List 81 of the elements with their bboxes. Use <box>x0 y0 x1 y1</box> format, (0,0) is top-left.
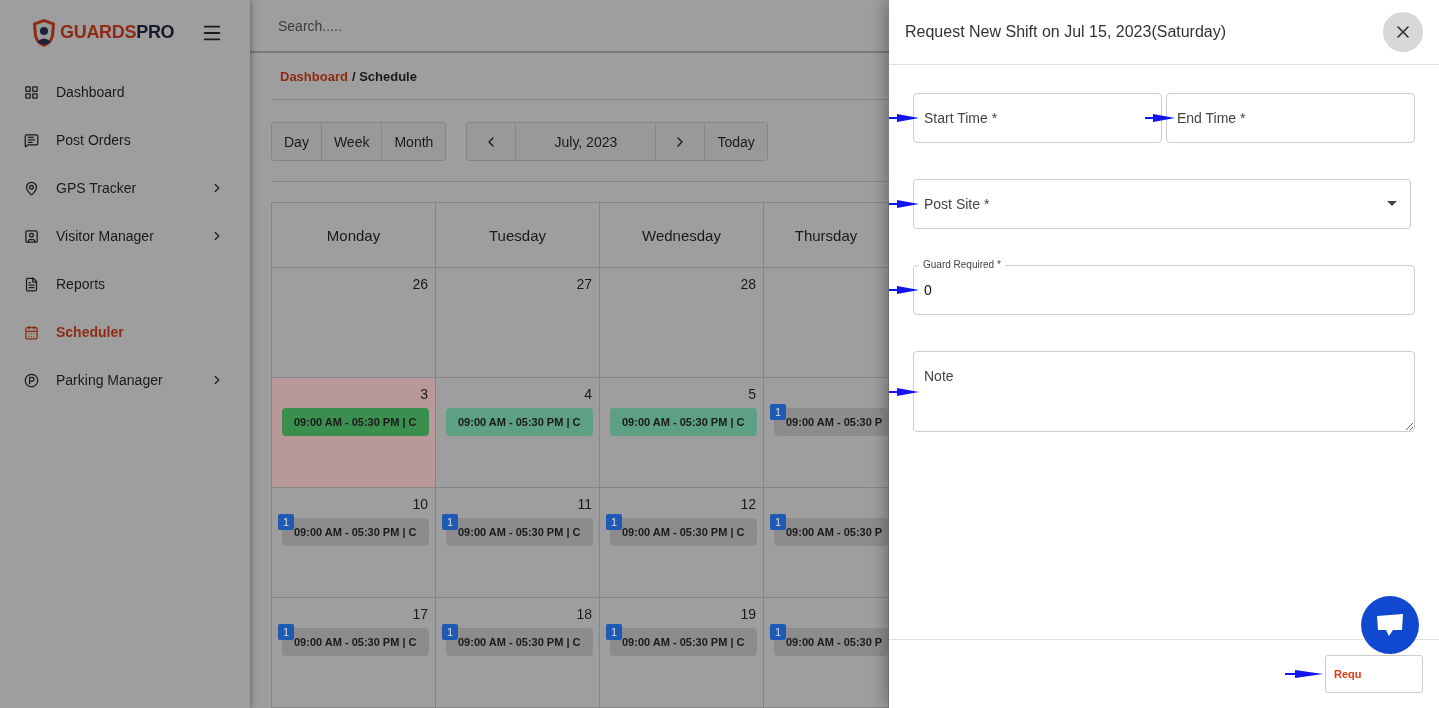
breadcrumb-current: / Schedule <box>351 68 417 84</box>
day-number: 5 <box>748 386 757 404</box>
day-cell[interactable]: 5 09:00 AM - 05:30 PM | C <box>600 378 764 488</box>
count-badge: 1 <box>278 624 294 640</box>
sidebar-item[interactable]: Post Orders <box>0 116 250 164</box>
day-cell[interactable] <box>764 268 889 378</box>
nav-icon <box>24 132 39 148</box>
day-cell[interactable]: 3 09:00 AM - 05:30 PM | C <box>272 378 436 488</box>
close-button[interactable] <box>1383 12 1423 52</box>
pointer-arrow <box>889 113 919 123</box>
day-cell[interactable]: 27 <box>436 268 600 378</box>
sidebar-item[interactable]: Dashboard <box>0 68 250 116</box>
day-cell[interactable]: 1 09:00 AM - 05:30 P <box>764 598 889 708</box>
day-number: 19 <box>740 606 757 624</box>
day-number: 18 <box>576 606 593 624</box>
sidebar-item[interactable]: Scheduler <box>0 308 250 356</box>
count-badge: 1 <box>770 404 786 420</box>
view-button[interactable]: Week <box>321 123 383 160</box>
shift-chip[interactable]: 09:00 AM - 05:30 PM | C <box>282 408 429 436</box>
dropdown-caret-icon <box>1387 201 1397 206</box>
sidebar-item[interactable]: GPS Tracker <box>0 164 250 212</box>
day-number: 12 <box>740 496 757 514</box>
count-badge: 1 <box>606 624 622 640</box>
day-number: 27 <box>576 276 593 294</box>
count-badge: 1 <box>278 514 294 530</box>
count-badge: 1 <box>606 514 622 530</box>
day-number: 4 <box>584 386 593 404</box>
day-cell[interactable]: 1 09:00 AM - 05:30 P <box>764 488 889 598</box>
view-button[interactable]: Month <box>382 123 446 160</box>
count-badge: 1 <box>770 624 786 640</box>
breadcrumb-link[interactable]: Dashboard <box>280 68 348 84</box>
count-badge: 1 <box>770 514 786 530</box>
nav-icon <box>24 180 39 196</box>
day-cell[interactable]: 18 1 09:00 AM - 05:30 PM | C <box>436 598 600 708</box>
day-number: 17 <box>412 606 429 624</box>
sidebar-item[interactable]: Parking Manager <box>0 356 250 404</box>
view-button[interactable]: Day <box>272 123 322 160</box>
today-button[interactable]: Today <box>705 123 767 160</box>
count-badge: 1 <box>442 624 458 640</box>
time-field[interactable]: End Time * <box>1166 93 1415 143</box>
nav-icon <box>24 372 39 388</box>
search-field[interactable]: Search..... <box>276 16 576 35</box>
pointer-arrow <box>889 285 919 295</box>
day-number: 26 <box>412 276 429 294</box>
day-cell[interactable]: 10 1 09:00 AM - 05:30 PM | C <box>272 488 436 598</box>
time-field[interactable]: Start Time * <box>913 93 1162 143</box>
request-button[interactable]: Requ <box>1325 655 1423 693</box>
day-number: 28 <box>740 276 757 294</box>
shift-chip[interactable]: 09:00 AM - 05:30 PM | C <box>446 408 593 436</box>
day-number: 11 <box>577 496 593 514</box>
day-cell[interactable]: 17 1 09:00 AM - 05:30 PM | C <box>272 598 436 708</box>
day-cell[interactable]: 28 <box>600 268 764 378</box>
day-cell[interactable]: 19 1 09:00 AM - 05:30 PM | C <box>600 598 764 708</box>
brand-name: GUARDSPRO <box>60 22 175 43</box>
sidebar-item[interactable]: Reports <box>0 260 250 308</box>
nav-icon <box>24 228 39 244</box>
pointer-arrow <box>889 199 919 209</box>
pointer-arrow <box>889 386 919 397</box>
day-cell[interactable]: 11 1 09:00 AM - 05:30 PM | C <box>436 488 600 598</box>
shift-chip[interactable]: 09:00 AM - 05:30 PM | C <box>610 408 757 436</box>
guard-logo-icon <box>32 17 56 48</box>
day-cell[interactable]: 26 <box>272 268 436 378</box>
chat-button[interactable] <box>1361 596 1419 654</box>
nav-icon <box>24 324 39 340</box>
pointer-arrow <box>1285 669 1323 679</box>
pointer-arrow <box>1145 113 1175 123</box>
select-field[interactable]: Post Site * <box>913 179 1411 229</box>
day-cell[interactable]: 4 09:00 AM - 05:30 PM | C <box>436 378 600 488</box>
nav-icon <box>24 276 39 292</box>
speech-bubble-icon <box>1375 612 1405 638</box>
field-label: Guard Required * <box>919 258 1005 271</box>
sidebar-item[interactable]: Visitor Manager <box>0 212 250 260</box>
nav-icon <box>24 84 39 100</box>
note-field[interactable]: Note <box>913 351 1415 432</box>
day-number: 10 <box>412 496 429 514</box>
period-button[interactable]: July, 2023 <box>516 123 657 160</box>
day-number: 3 <box>420 386 429 404</box>
day-cell[interactable]: 1 09:00 AM - 05:30 P <box>764 378 889 488</box>
count-badge: 1 <box>442 514 458 530</box>
drawer-title: Request New Shift on Jul 15, 2023(Saturday) <box>905 23 1227 41</box>
day-cell[interactable]: 12 1 09:00 AM - 05:30 PM | C <box>600 488 764 598</box>
